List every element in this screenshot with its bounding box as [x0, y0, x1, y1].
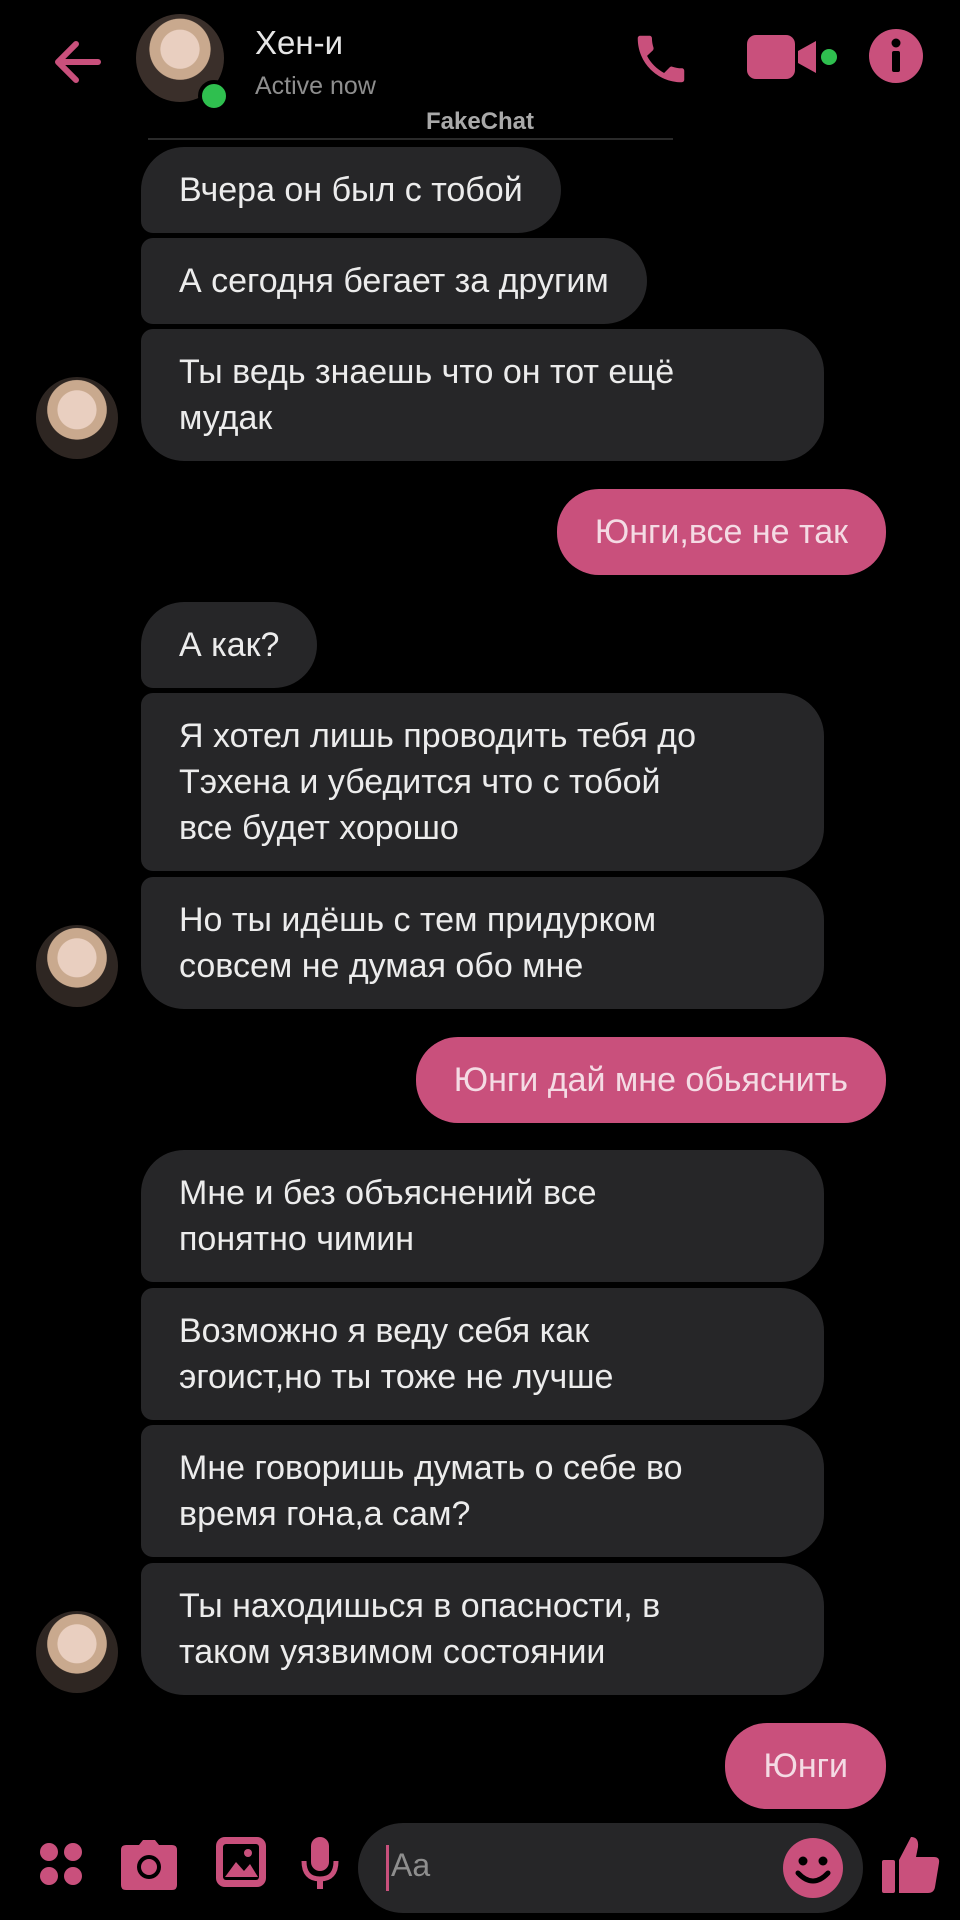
message-received[interactable]: Мне говоришь думать о себе во время гона…: [141, 1425, 824, 1557]
chat-header: Хен-и Active now FakeChat: [0, 0, 960, 140]
text-caret: [386, 1845, 389, 1891]
back-arrow-icon[interactable]: [48, 32, 108, 92]
message-received[interactable]: А сегодня бегает за другим: [141, 238, 647, 324]
gallery-icon[interactable]: [214, 1835, 268, 1889]
message-input[interactable]: Aa: [358, 1823, 863, 1913]
message-received[interactable]: Возможно я веду себя как эгоист,но ты то…: [141, 1288, 824, 1420]
sender-avatar[interactable]: [36, 377, 118, 459]
phone-icon[interactable]: [630, 28, 692, 90]
info-icon[interactable]: [868, 28, 924, 84]
message-sent[interactable]: Юнги: [725, 1723, 886, 1809]
message-received[interactable]: Ты ведь знаешь что он тот ещё мудак: [141, 329, 824, 461]
microphone-icon[interactable]: [300, 1835, 340, 1895]
sender-avatar[interactable]: [36, 1611, 118, 1693]
emoji-icon[interactable]: [782, 1837, 844, 1899]
message-received[interactable]: Вчера он был с тобой: [141, 147, 561, 233]
contact-name[interactable]: Хен-и: [255, 24, 343, 62]
message-input-placeholder: Aa: [391, 1847, 431, 1883]
composer-bar: Aa: [0, 1815, 960, 1920]
message-received[interactable]: А как?: [141, 602, 318, 688]
message-received[interactable]: Но ты идёшь с тем придурком совсем не ду…: [141, 877, 824, 1009]
message-sent[interactable]: Юнги дай мне обьяснить: [415, 1037, 886, 1123]
camera-icon[interactable]: [120, 1839, 178, 1891]
contact-status: Active now: [255, 72, 376, 100]
like-icon[interactable]: [880, 1833, 942, 1895]
watermark: FakeChat: [425, 108, 535, 135]
apps-icon[interactable]: [36, 1839, 86, 1889]
message-received[interactable]: Я хотел лишь проводить тебя до Тэхена и …: [141, 693, 824, 871]
message-sent[interactable]: Юнги,все не так: [556, 489, 886, 575]
message-received[interactable]: Мне и без объяснений все понятно чимин: [141, 1150, 824, 1282]
message-received[interactable]: Ты находишься в опасности, в таком уязви…: [141, 1563, 824, 1695]
header-divider: [148, 138, 673, 140]
video-camera-icon[interactable]: [744, 32, 844, 82]
sender-avatar[interactable]: [36, 925, 118, 1007]
